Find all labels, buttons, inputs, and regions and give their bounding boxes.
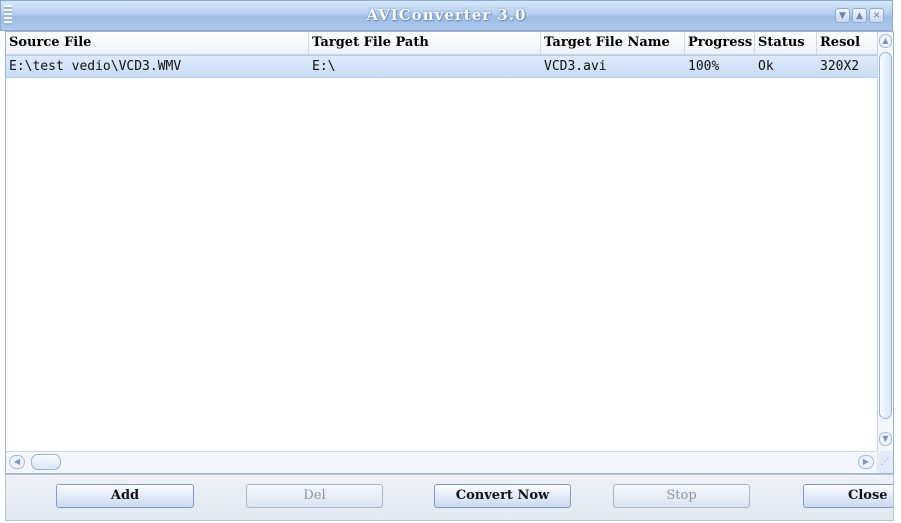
conversion-list[interactable]: Source File Target File Path Target File… bbox=[5, 31, 894, 474]
scroll-left-icon[interactable]: ◀ bbox=[9, 455, 25, 469]
resolution-cell: 320X2 bbox=[820, 59, 860, 74]
target-name-cell: VCD3.avi bbox=[544, 59, 607, 74]
convert-now-button[interactable]: Convert Now bbox=[434, 484, 571, 508]
delete-button[interactable]: Del bbox=[246, 484, 383, 508]
resize-grip-icon[interactable]: ⋰ bbox=[877, 451, 893, 473]
window-title: AVIConverter 3.0 bbox=[366, 6, 527, 24]
close-icon[interactable]: ✕ bbox=[869, 8, 884, 23]
title-bar[interactable]: AVIConverter 3.0 ▼ ▲ ✕ bbox=[0, 0, 893, 31]
button-bar: Add Del Convert Now Stop Close bbox=[5, 474, 894, 521]
horizontal-scrollbar[interactable]: ◀ ▶ bbox=[6, 451, 879, 473]
maximize-icon[interactable]: ▲ bbox=[852, 8, 867, 23]
column-header-target-path[interactable]: Target File Path bbox=[309, 32, 541, 54]
list-header: Source File Target File Path Target File… bbox=[6, 32, 879, 55]
scroll-right-icon[interactable]: ▶ bbox=[858, 455, 874, 469]
minimize-icon[interactable]: ▼ bbox=[835, 8, 850, 23]
horizontal-scroll-thumb[interactable] bbox=[31, 454, 61, 470]
column-header-progress[interactable]: Progress bbox=[685, 32, 755, 54]
column-header-source-file[interactable]: Source File bbox=[6, 32, 309, 54]
scroll-down-icon[interactable]: ▼ bbox=[879, 432, 892, 446]
close-button[interactable]: Close bbox=[803, 484, 893, 508]
progress-cell: 100% bbox=[688, 59, 720, 74]
table-row[interactable]: E:\test vedio\VCD3.WMV E:\ VCD3.avi 100%… bbox=[6, 55, 879, 78]
vertical-scrollbar[interactable]: ▲ ▼ bbox=[877, 32, 893, 451]
stop-button[interactable]: Stop bbox=[613, 484, 750, 508]
column-header-resolution[interactable]: Resol bbox=[817, 32, 879, 54]
vertical-scroll-thumb[interactable] bbox=[879, 52, 892, 419]
scroll-up-icon[interactable]: ▲ bbox=[879, 34, 892, 48]
column-header-target-name[interactable]: Target File Name bbox=[541, 32, 685, 54]
window-controls: ▼ ▲ ✕ bbox=[835, 8, 884, 23]
source-file-cell: E:\test vedio\VCD3.WMV bbox=[9, 59, 182, 74]
add-button[interactable]: Add bbox=[56, 484, 194, 508]
target-path-cell: E:\ bbox=[312, 59, 336, 74]
status-cell: Ok bbox=[758, 59, 774, 74]
column-header-status[interactable]: Status bbox=[755, 32, 817, 54]
